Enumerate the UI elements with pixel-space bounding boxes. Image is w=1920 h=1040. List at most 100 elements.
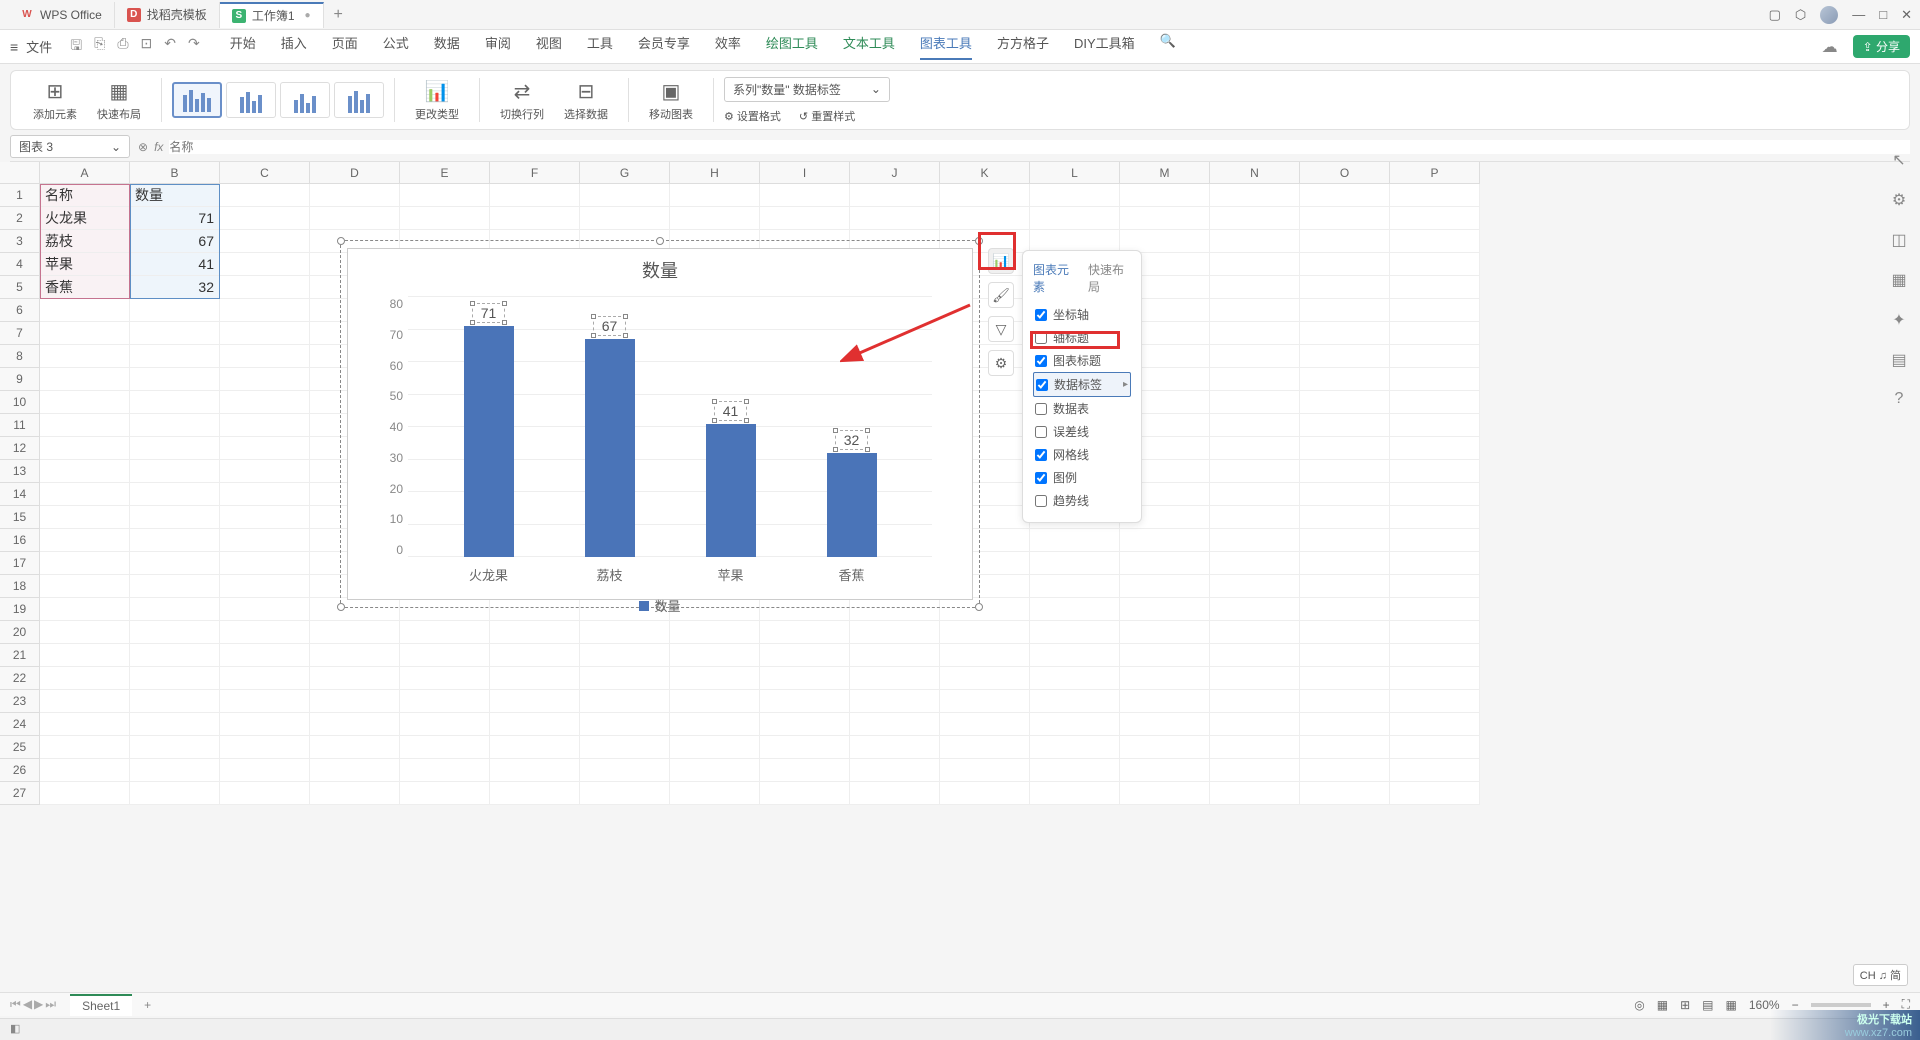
tab-formula[interactable]: 公式 (383, 33, 409, 60)
cell[interactable] (40, 414, 130, 437)
set-format-button[interactable]: ⚙ 设置格式 (724, 108, 781, 124)
move-chart-button[interactable]: ▣ 移动图表 (639, 79, 703, 122)
cell[interactable] (130, 667, 220, 690)
undo-icon[interactable]: ↶ (164, 35, 176, 59)
checkbox[interactable] (1035, 403, 1047, 415)
cell[interactable] (310, 621, 400, 644)
cell[interactable] (850, 644, 940, 667)
cell[interactable] (490, 667, 580, 690)
cell[interactable] (1210, 460, 1300, 483)
cell[interactable] (1300, 759, 1390, 782)
print-icon[interactable]: ⎙ (117, 35, 128, 59)
cell[interactable] (1030, 690, 1120, 713)
cell[interactable] (760, 184, 850, 207)
chart-styles-button[interactable]: 🖌 (988, 282, 1014, 308)
cell[interactable] (130, 552, 220, 575)
cell[interactable] (1030, 575, 1120, 598)
cell[interactable] (310, 782, 400, 805)
search-icon[interactable]: 🔍 (1160, 33, 1176, 60)
chart-style-1[interactable] (172, 82, 222, 118)
cell[interactable] (130, 644, 220, 667)
cell[interactable] (1300, 322, 1390, 345)
cell[interactable] (1390, 575, 1480, 598)
cell[interactable] (40, 713, 130, 736)
cell[interactable] (220, 460, 310, 483)
fx-icon[interactable]: fx (154, 140, 163, 154)
cell[interactable] (1390, 529, 1480, 552)
cell[interactable]: 数量 (130, 184, 220, 207)
cell[interactable] (1390, 552, 1480, 575)
cell[interactable] (940, 736, 1030, 759)
cell[interactable] (130, 322, 220, 345)
cell[interactable] (130, 437, 220, 460)
cell[interactable] (1390, 322, 1480, 345)
cell[interactable] (1210, 575, 1300, 598)
cell[interactable] (1390, 207, 1480, 230)
cell[interactable] (1120, 207, 1210, 230)
cell[interactable] (940, 644, 1030, 667)
cell[interactable] (1120, 667, 1210, 690)
cell[interactable] (130, 506, 220, 529)
cell[interactable] (670, 713, 760, 736)
cell[interactable] (1030, 207, 1120, 230)
chart-settings-button[interactable]: ⚙ (988, 350, 1014, 376)
cell[interactable] (1030, 736, 1120, 759)
row-header[interactable]: 5 (0, 276, 40, 299)
cell[interactable] (40, 299, 130, 322)
formula-input[interactable] (169, 140, 1910, 154)
row-header[interactable]: 10 (0, 391, 40, 414)
row-header[interactable]: 14 (0, 483, 40, 506)
cell[interactable] (310, 644, 400, 667)
cell[interactable] (1390, 253, 1480, 276)
cell[interactable] (1300, 437, 1390, 460)
popup-tab-elements[interactable]: 图表元素 (1033, 261, 1076, 295)
chart-style-2[interactable] (226, 82, 276, 118)
cell[interactable] (40, 667, 130, 690)
row-header[interactable]: 18 (0, 575, 40, 598)
cell[interactable] (40, 552, 130, 575)
cell[interactable] (220, 368, 310, 391)
cell[interactable] (850, 690, 940, 713)
cell[interactable] (1300, 483, 1390, 506)
cell[interactable] (1210, 368, 1300, 391)
cell[interactable] (580, 667, 670, 690)
select-all-corner[interactable] (0, 162, 40, 183)
tab-efficiency[interactable]: 效率 (715, 33, 741, 60)
row-header[interactable]: 11 (0, 414, 40, 437)
cell[interactable] (1300, 230, 1390, 253)
cell[interactable] (1300, 276, 1390, 299)
popup-item[interactable]: 数据表 (1033, 397, 1131, 420)
row-header[interactable]: 9 (0, 368, 40, 391)
cell[interactable] (310, 759, 400, 782)
chart-bar[interactable]: 71 (459, 303, 519, 557)
panel-icon[interactable]: ▤ (1891, 350, 1906, 370)
new-tab-button[interactable]: + (324, 6, 353, 24)
cell[interactable] (220, 276, 310, 299)
layers-icon[interactable]: ◫ (1891, 230, 1906, 250)
row-header[interactable]: 2 (0, 207, 40, 230)
cancel-icon[interactable]: ⊗ (138, 140, 148, 154)
cell[interactable] (1030, 644, 1120, 667)
cell[interactable] (130, 345, 220, 368)
cell[interactable] (580, 782, 670, 805)
cell[interactable] (760, 690, 850, 713)
cell[interactable] (580, 184, 670, 207)
col-header[interactable]: M (1120, 162, 1210, 183)
cell[interactable] (400, 690, 490, 713)
widget-icon[interactable]: ▢ (1769, 7, 1781, 23)
cell[interactable] (760, 782, 850, 805)
cell[interactable] (760, 736, 850, 759)
cell[interactable] (220, 414, 310, 437)
help-icon[interactable]: ? (1895, 390, 1904, 408)
row-header[interactable]: 26 (0, 759, 40, 782)
cell[interactable] (220, 207, 310, 230)
cell[interactable] (670, 644, 760, 667)
cell[interactable] (1120, 575, 1210, 598)
cell[interactable] (490, 644, 580, 667)
cell[interactable] (220, 598, 310, 621)
file-menu[interactable]: 文件 (26, 37, 52, 56)
row-header[interactable]: 27 (0, 782, 40, 805)
cell[interactable] (1300, 713, 1390, 736)
view-page-icon[interactable]: ▤ (1702, 998, 1713, 1012)
row-header[interactable]: 19 (0, 598, 40, 621)
